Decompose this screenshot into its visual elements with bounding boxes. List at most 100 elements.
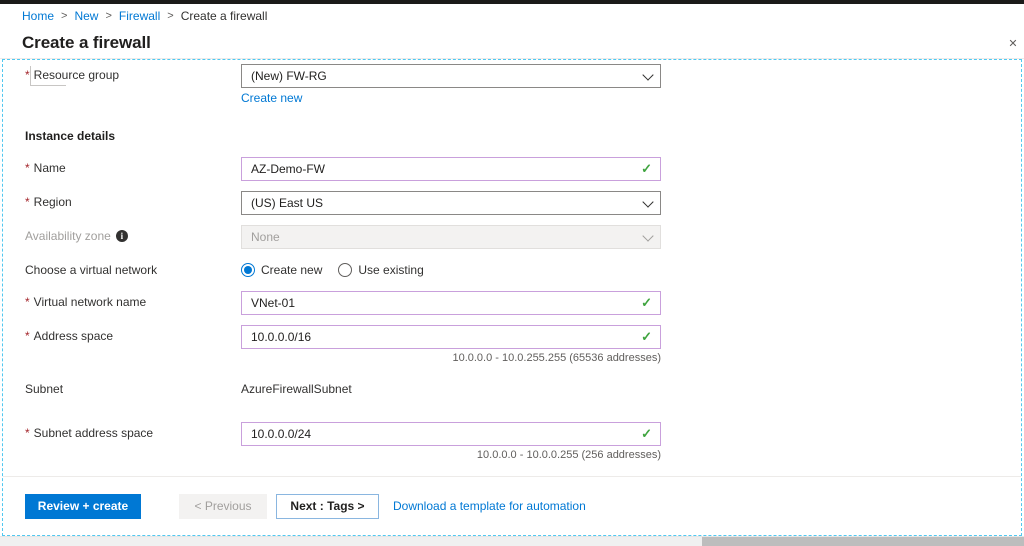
valid-check-icon: ✓ — [641, 426, 652, 441]
download-template-link[interactable]: Download a template for automation — [393, 499, 586, 513]
radio-create-new-label: Create new — [261, 263, 323, 277]
form-scroll-region[interactable]: * Resource group (New) FW-RG Create new … — [3, 60, 1021, 475]
chevron-down-icon — [642, 196, 654, 208]
name-field-col: AZ-Demo-FW ✓ — [241, 157, 1021, 181]
previous-button: < Previous — [179, 493, 267, 519]
create-new-resource-group-link[interactable]: Create new — [241, 91, 302, 105]
subnet-label-wrap: Subnet — [3, 378, 241, 400]
instance-details-heading: Instance details — [25, 129, 116, 143]
radio-use-existing[interactable]: Use existing — [338, 263, 424, 277]
valid-check-icon: ✓ — [641, 295, 652, 310]
availability-zone-select: None — [241, 225, 661, 249]
region-label-wrap: * Region — [3, 191, 241, 213]
address-space-input[interactable]: 10.0.0.0/16 ✓ — [241, 325, 661, 349]
radio-create-new[interactable]: Create new — [241, 263, 322, 277]
resource-group-field-col: (New) FW-RG Create new — [241, 64, 1021, 107]
vnet-name-field-col: VNet-01 ✓ — [241, 291, 1021, 315]
name-label-wrap: * Name — [3, 157, 241, 179]
subnet-field-col: AzureFirewallSubnet — [241, 378, 1021, 400]
vnet-name-value: VNet-01 — [251, 296, 296, 310]
subnet-value: AzureFirewallSubnet — [241, 382, 352, 396]
form-focus-container: * Resource group (New) FW-RG Create new … — [2, 59, 1022, 536]
name-label: Name — [33, 161, 66, 175]
field-row-availability-zone: Availability zone i None — [3, 225, 1021, 249]
choose-vnet-label: Choose a virtual network — [25, 263, 158, 277]
subnet-address-space-helper-text: 10.0.0.0 - 10.0.0.255 (256 addresses) — [476, 449, 661, 461]
radio-dot-icon — [241, 263, 255, 277]
info-icon[interactable]: i — [115, 230, 128, 242]
breadcrumb-item-home[interactable]: Home — [22, 9, 54, 23]
resource-group-select[interactable]: (New) FW-RG — [241, 64, 661, 88]
address-space-label-wrap: * Address space — [3, 325, 241, 347]
chevron-down-icon — [642, 230, 654, 242]
name-value: AZ-Demo-FW — [251, 162, 325, 176]
required-indicator: * — [25, 295, 30, 309]
required-indicator: * — [25, 68, 30, 82]
breadcrumb-item-current: Create a firewall — [180, 9, 268, 23]
azure-create-firewall-page: Home > New > Firewall > Create a firewal… — [0, 0, 1024, 546]
address-space-field-col: 10.0.0.0/16 ✓ 10.0.0.0 - 10.0.255.255 (6… — [241, 325, 1021, 364]
field-row-region: * Region (US) East US — [3, 191, 1021, 215]
close-icon[interactable]: ✕ — [1004, 35, 1022, 53]
subnet-label: Subnet — [25, 382, 64, 396]
region-label: Region — [33, 195, 72, 209]
radio-use-existing-label: Use existing — [358, 263, 424, 277]
breadcrumb-item-firewall[interactable]: Firewall — [119, 9, 160, 23]
breadcrumb: Home > New > Firewall > Create a firewal… — [0, 4, 1024, 28]
vnet-name-input[interactable]: VNet-01 ✓ — [241, 291, 661, 315]
breadcrumb-separator: > — [61, 10, 68, 22]
tree-connector-icon — [30, 66, 66, 86]
field-row-address-space: * Address space 10.0.0.0/16 ✓ 10.0.0.0 -… — [3, 325, 1021, 364]
availability-zone-value: None — [251, 230, 280, 244]
choose-vnet-label-wrap: Choose a virtual network — [3, 259, 241, 281]
vnet-name-label: Virtual network name — [33, 295, 147, 309]
address-space-label: Address space — [33, 329, 114, 343]
region-value: (US) East US — [251, 196, 324, 210]
region-select[interactable]: (US) East US — [241, 191, 661, 215]
required-indicator: * — [25, 426, 30, 440]
field-row-name: * Name AZ-Demo-FW ✓ — [3, 157, 1021, 181]
breadcrumb-separator: > — [105, 10, 112, 22]
subnet-address-space-label: Subnet address space — [33, 426, 154, 440]
breadcrumb-item-new[interactable]: New — [74, 9, 98, 23]
field-row-choose-virtual-network: Choose a virtual network Create new Use … — [3, 259, 1021, 281]
availability-zone-field-col: None — [241, 225, 1021, 249]
availability-zone-label-wrap: Availability zone i — [3, 225, 241, 247]
required-indicator: * — [25, 195, 30, 209]
availability-zone-label: Availability zone — [25, 229, 111, 243]
subnet-address-space-label-wrap: * Subnet address space — [3, 422, 241, 444]
required-indicator: * — [25, 161, 30, 175]
blade-header: Create a firewall ✕ — [0, 28, 1024, 59]
region-field-col: (US) East US — [241, 191, 1021, 215]
resource-group-value: (New) FW-RG — [251, 69, 327, 83]
valid-check-icon: ✓ — [641, 329, 652, 344]
chevron-down-icon — [642, 69, 654, 81]
vnet-name-label-wrap: * Virtual network name — [3, 291, 241, 313]
choose-vnet-radio-group: Create new Use existing — [241, 259, 1021, 281]
next-tags-button[interactable]: Next : Tags > — [276, 493, 379, 519]
subnet-address-space-field-col: 10.0.0.0/24 ✓ 10.0.0.0 - 10.0.0.255 (256… — [241, 422, 1021, 461]
valid-check-icon: ✓ — [641, 161, 652, 176]
breadcrumb-separator: > — [167, 10, 174, 22]
choose-vnet-field-col: Create new Use existing — [241, 259, 1021, 281]
required-indicator: * — [25, 329, 30, 343]
name-input[interactable]: AZ-Demo-FW ✓ — [241, 157, 661, 181]
field-row-subnet: Subnet AzureFirewallSubnet — [3, 378, 1021, 400]
address-space-helper-text: 10.0.0.0 - 10.0.255.255 (65536 addresses… — [452, 352, 661, 364]
field-row-virtual-network-name: * Virtual network name VNet-01 ✓ — [3, 291, 1021, 315]
subnet-address-space-input[interactable]: 10.0.0.0/24 ✓ — [241, 422, 661, 446]
review-create-button[interactable]: Review + create — [25, 493, 141, 519]
horizontal-scrollbar-thumb[interactable] — [702, 537, 1024, 546]
horizontal-scrollbar[interactable] — [0, 536, 1024, 546]
field-row-subnet-address-space: * Subnet address space 10.0.0.0/24 ✓ 10.… — [3, 422, 1021, 461]
radio-dot-icon — [338, 263, 353, 277]
